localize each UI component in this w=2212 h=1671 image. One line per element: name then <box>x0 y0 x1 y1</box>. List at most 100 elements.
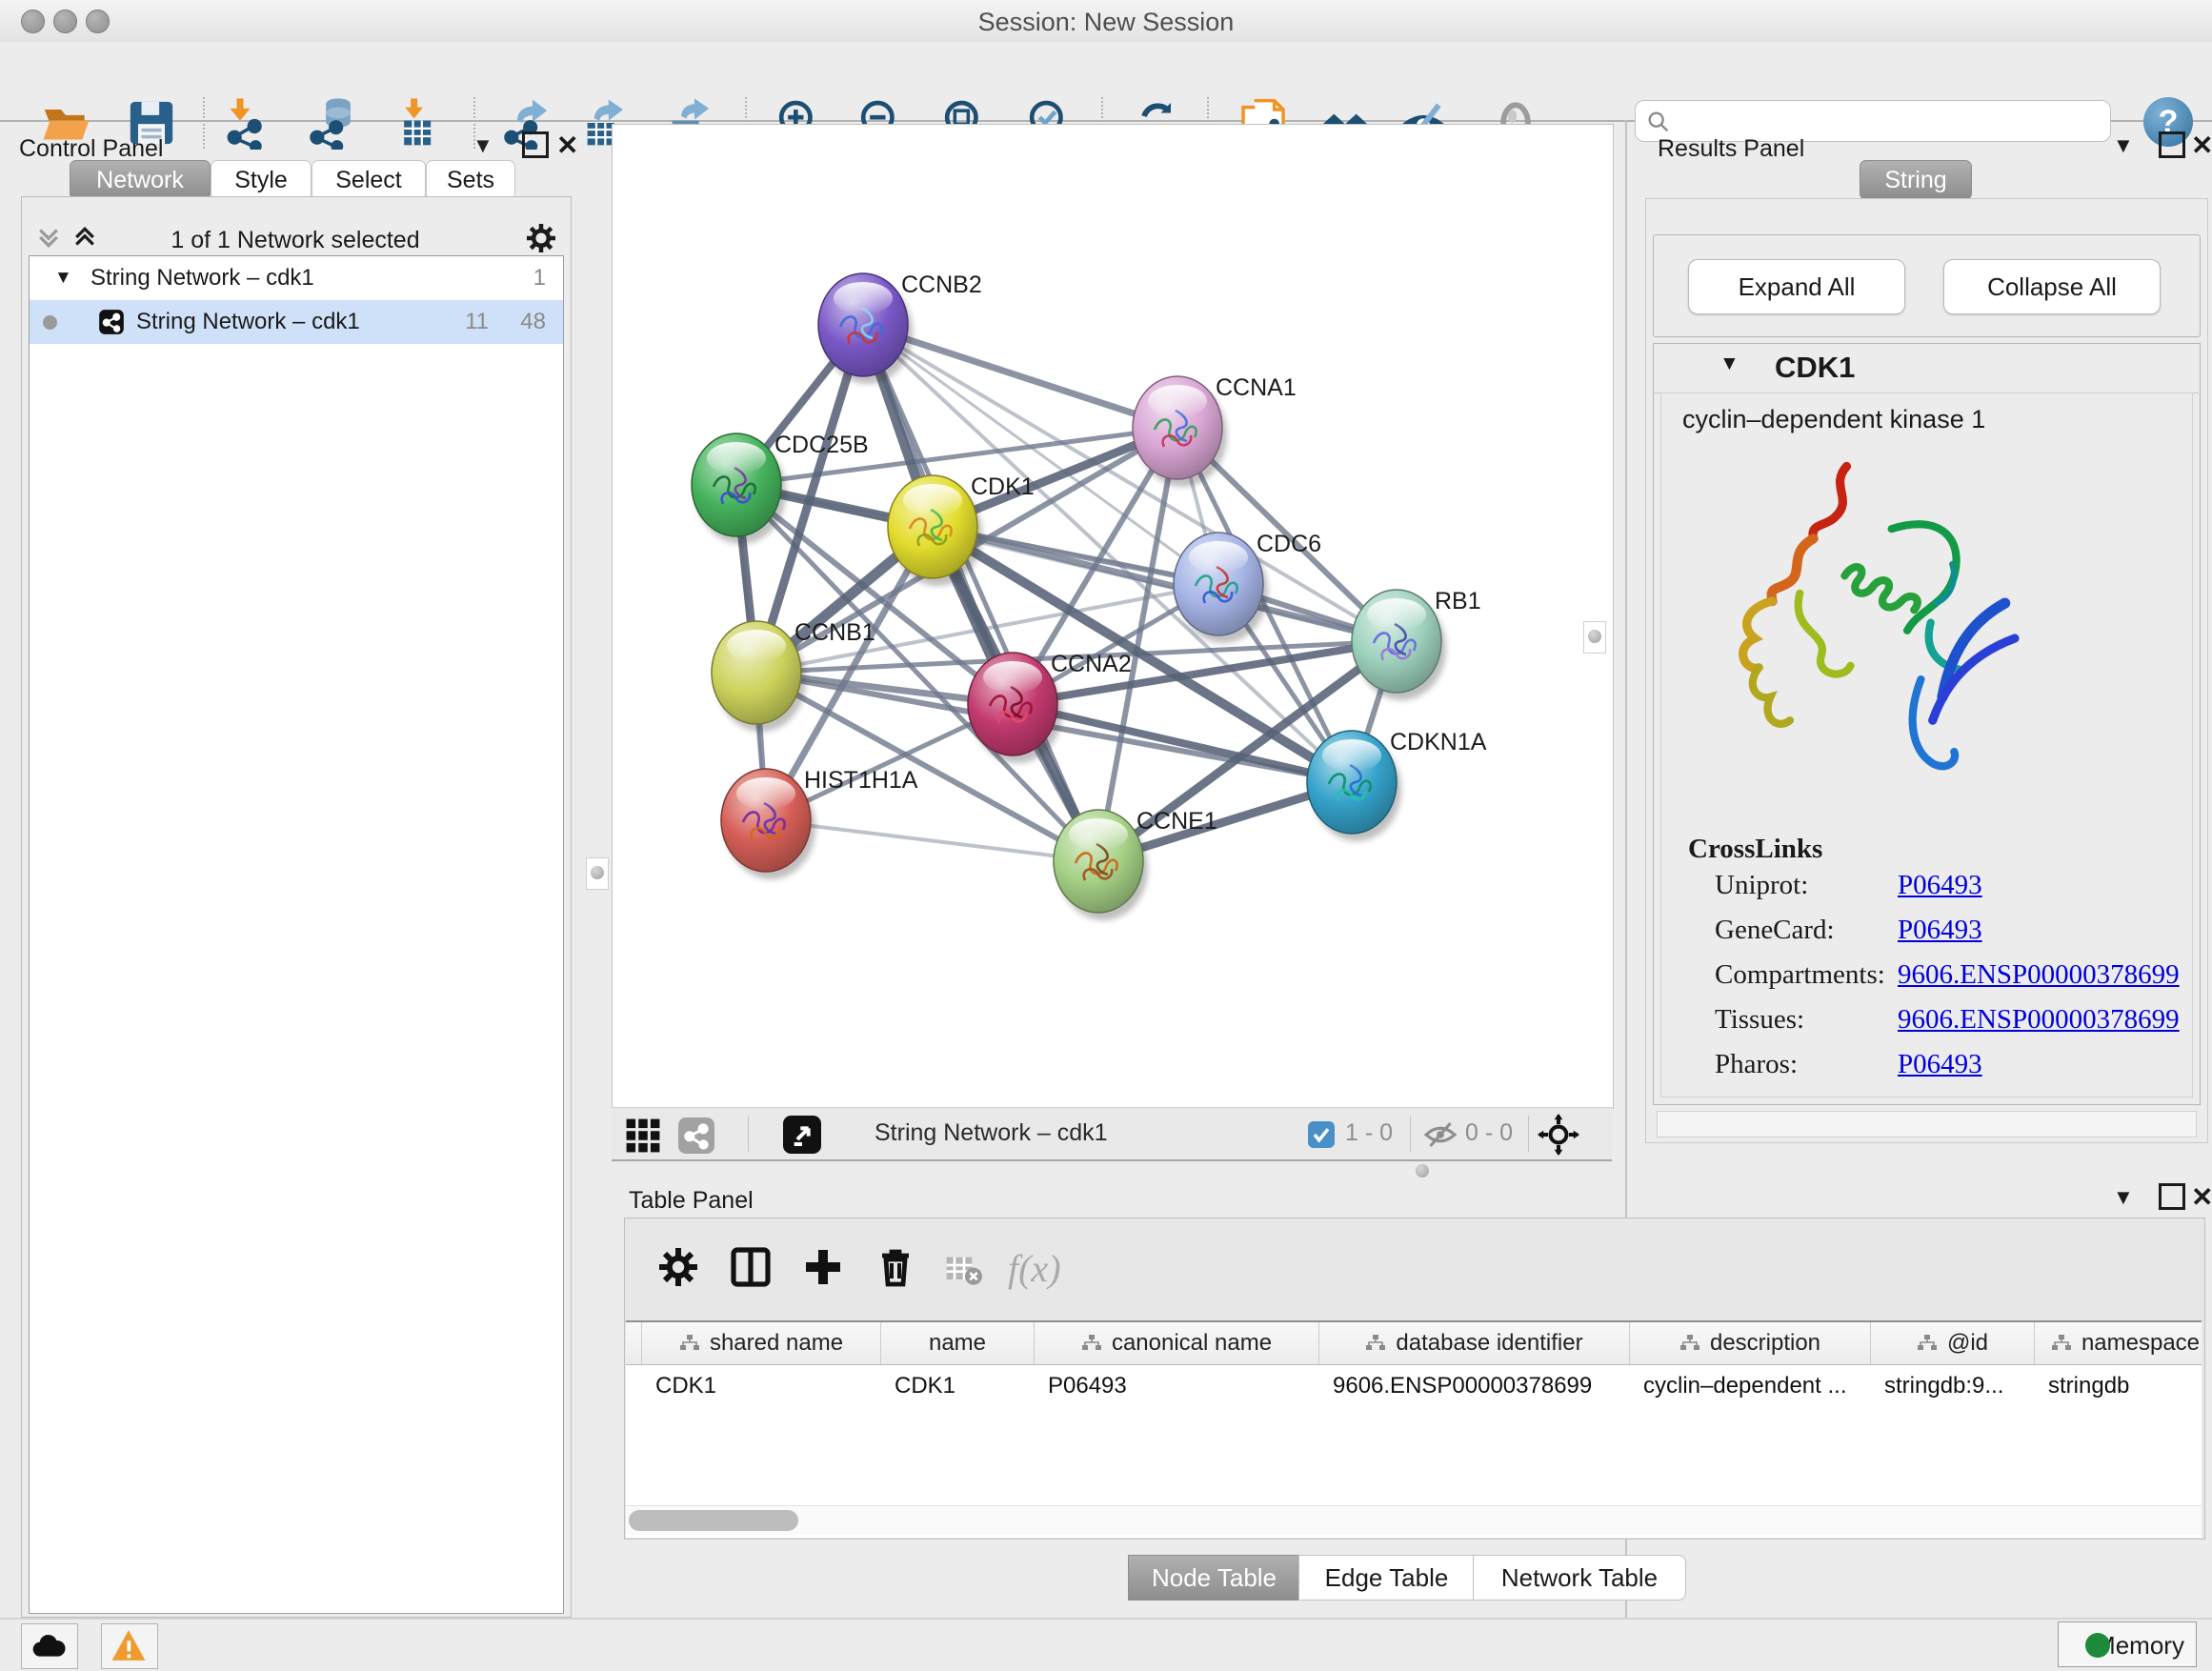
crosslink-link[interactable]: P06493 <box>1898 915 1982 946</box>
expand-all-chevron-icon[interactable] <box>70 223 99 252</box>
table-panel-close-icon[interactable]: ✕ <box>2191 1181 2212 1213</box>
column-header-canonical name[interactable]: canonical name <box>1035 1322 1319 1364</box>
show-columns-icon[interactable] <box>728 1244 774 1290</box>
import-table-file-icon[interactable] <box>390 96 443 150</box>
node-label-CDC25B: CDC25B <box>774 432 869 458</box>
grid-view-icon[interactable] <box>625 1117 661 1154</box>
node-label-RB1: RB1 <box>1435 588 1481 614</box>
table-cell[interactable]: stringdb <box>2035 1366 2212 1406</box>
horizontal-splitter-handle[interactable] <box>1416 1164 1429 1178</box>
network-view-mode-icon[interactable] <box>678 1117 714 1154</box>
node-CDK1[interactable] <box>888 475 977 578</box>
tab-select[interactable]: Select <box>312 160 426 200</box>
column-header-@id[interactable]: @id <box>1871 1322 2035 1364</box>
table-cell[interactable]: P06493 <box>1035 1366 1318 1406</box>
crosslink-link[interactable]: P06493 <box>1898 870 1982 901</box>
node-CCNB1[interactable] <box>712 621 801 724</box>
edge-CCNE1-HIST1H1A[interactable] <box>766 820 1098 861</box>
gene-collapse-icon[interactable]: ▼ <box>1719 352 1739 375</box>
node-label-CDC6: CDC6 <box>1257 531 1321 557</box>
table-cell[interactable]: cyclin–dependent ... <box>1630 1366 1870 1406</box>
network-collection-row[interactable]: ▼ String Network – cdk1 1 <box>30 256 563 300</box>
network-row-selected[interactable]: String Network – cdk1 11 48 <box>30 300 563 344</box>
title-bar: Session: New Session <box>0 0 2212 43</box>
tab-sets[interactable]: Sets <box>426 160 515 200</box>
table-cell[interactable] <box>626 1366 641 1406</box>
fit-selected-crosshair-icon[interactable] <box>1538 1114 1579 1156</box>
node-CDC6[interactable] <box>1174 533 1263 635</box>
column-header-label: database identifier <box>1396 1330 1582 1357</box>
column-header-name[interactable]: name <box>881 1322 1035 1364</box>
table-cell[interactable]: CDK1 <box>642 1366 880 1406</box>
table-hscrollbar-thumb[interactable] <box>629 1510 798 1531</box>
tab-edge-table[interactable]: Edge Table <box>1298 1555 1475 1601</box>
node-CDC25B[interactable] <box>692 433 781 536</box>
column-type-icon <box>1679 1335 1700 1352</box>
tab-string[interactable]: String <box>1860 160 1972 200</box>
control-panel-float-icon[interactable] <box>522 131 549 158</box>
collection-label: String Network – cdk1 <box>90 256 314 300</box>
results-panel-close-icon[interactable]: ✕ <box>2191 130 2212 161</box>
node-CCNB2[interactable] <box>818 273 908 376</box>
collection-expand-icon[interactable]: ▼ <box>54 256 72 300</box>
control-panel-menu-icon[interactable]: ▼ <box>473 133 493 158</box>
selected-checkbox-icon[interactable] <box>1308 1121 1335 1148</box>
crosslink-link[interactable]: 9606.ENSP00000378699 <box>1898 959 2180 991</box>
memory-button[interactable]: Memory <box>2058 1621 2197 1667</box>
tab-node-table[interactable]: Node Table <box>1128 1555 1300 1601</box>
table-cell[interactable]: 9606.ENSP00000378699 <box>1319 1366 1629 1406</box>
network-selected-status: 1 of 1 Network selected <box>114 227 476 254</box>
table-cell[interactable]: stringdb:9... <box>1871 1366 2034 1406</box>
apply-function-icon-disabled: f(x) <box>1008 1246 1061 1291</box>
table-options-gear-icon[interactable] <box>655 1244 701 1290</box>
expand-all-button[interactable]: Expand All <box>1688 259 1905 314</box>
results-panel-scrollbar[interactable] <box>1657 1111 2197 1137</box>
node-table-header[interactable]: shared namenamecanonical name database id… <box>626 1322 2202 1365</box>
control-panel-title: Control Panel <box>19 135 163 163</box>
table-hscrollbar-track[interactable] <box>626 1505 2202 1535</box>
crosslink-link[interactable]: 9606.ENSP00000378699 <box>1898 1004 2180 1036</box>
node-CCNA1[interactable] <box>1133 376 1222 479</box>
collapse-all-button[interactable]: Collapse All <box>1943 259 2161 314</box>
birds-eye-view-icon[interactable] <box>783 1116 821 1154</box>
results-panel-float-icon[interactable] <box>2159 131 2185 158</box>
node-CDKN1A[interactable] <box>1307 731 1397 834</box>
column-header-namespace[interactable]: namespace <box>2035 1322 2212 1364</box>
collapse-all-chevron-icon[interactable] <box>34 223 63 252</box>
delete-column-icon[interactable] <box>873 1244 918 1290</box>
import-network-database-icon[interactable] <box>305 96 358 150</box>
delete-table-icon-disabled <box>945 1254 983 1286</box>
gene-header-row[interactable]: ▼ CDK1 <box>1653 343 2199 393</box>
cloud-status-button[interactable] <box>21 1623 78 1669</box>
column-header-shared name[interactable]: shared name <box>642 1322 881 1364</box>
crosslink-label: Tissues: <box>1715 1004 1804 1035</box>
column-type-icon <box>2051 1335 2072 1352</box>
tab-network-table[interactable]: Network Table <box>1473 1555 1686 1601</box>
column-header-description[interactable]: description <box>1630 1322 1871 1364</box>
warning-status-button[interactable] <box>101 1623 158 1669</box>
node-RB1[interactable] <box>1352 590 1441 693</box>
tab-network[interactable]: Network <box>70 160 211 200</box>
control-panel-close-icon[interactable]: ✕ <box>556 130 578 161</box>
add-column-icon[interactable] <box>800 1244 846 1290</box>
column-header-label: description <box>1710 1330 1820 1357</box>
node-CCNE1[interactable] <box>1054 810 1143 913</box>
column-header-gutter[interactable] <box>626 1322 642 1364</box>
string-network-graph[interactable]: CCNB2CCNA1CDC25BCDK1CDC6RB1CCNB1CCNA2CDK… <box>613 125 1613 1108</box>
table-cell[interactable]: CDK1 <box>881 1366 1034 1406</box>
crosslink-link[interactable]: P06493 <box>1898 1049 1982 1080</box>
network-options-gear-icon[interactable] <box>524 221 558 255</box>
import-network-file-icon[interactable] <box>220 96 273 150</box>
node-HIST1H1A[interactable] <box>721 769 811 872</box>
results-panel-menu-icon[interactable]: ▼ <box>2113 133 2134 158</box>
main-toolbar: ? <box>0 42 2212 122</box>
node-CCNA2[interactable] <box>968 653 1057 755</box>
table-panel-menu-icon[interactable]: ▼ <box>2113 1185 2134 1210</box>
table-panel-float-icon[interactable] <box>2159 1183 2185 1210</box>
memory-status-dot <box>2085 1633 2110 1658</box>
right-splitter-handle[interactable] <box>1583 621 1606 654</box>
network-view-canvas[interactable]: CCNB2CCNA1CDC25BCDK1CDC6RB1CCNB1CCNA2CDK… <box>612 124 1614 1109</box>
tab-style[interactable]: Style <box>211 160 312 200</box>
column-header-database identifier[interactable]: database identifier <box>1319 1322 1630 1364</box>
left-splitter-handle[interactable] <box>586 857 609 890</box>
